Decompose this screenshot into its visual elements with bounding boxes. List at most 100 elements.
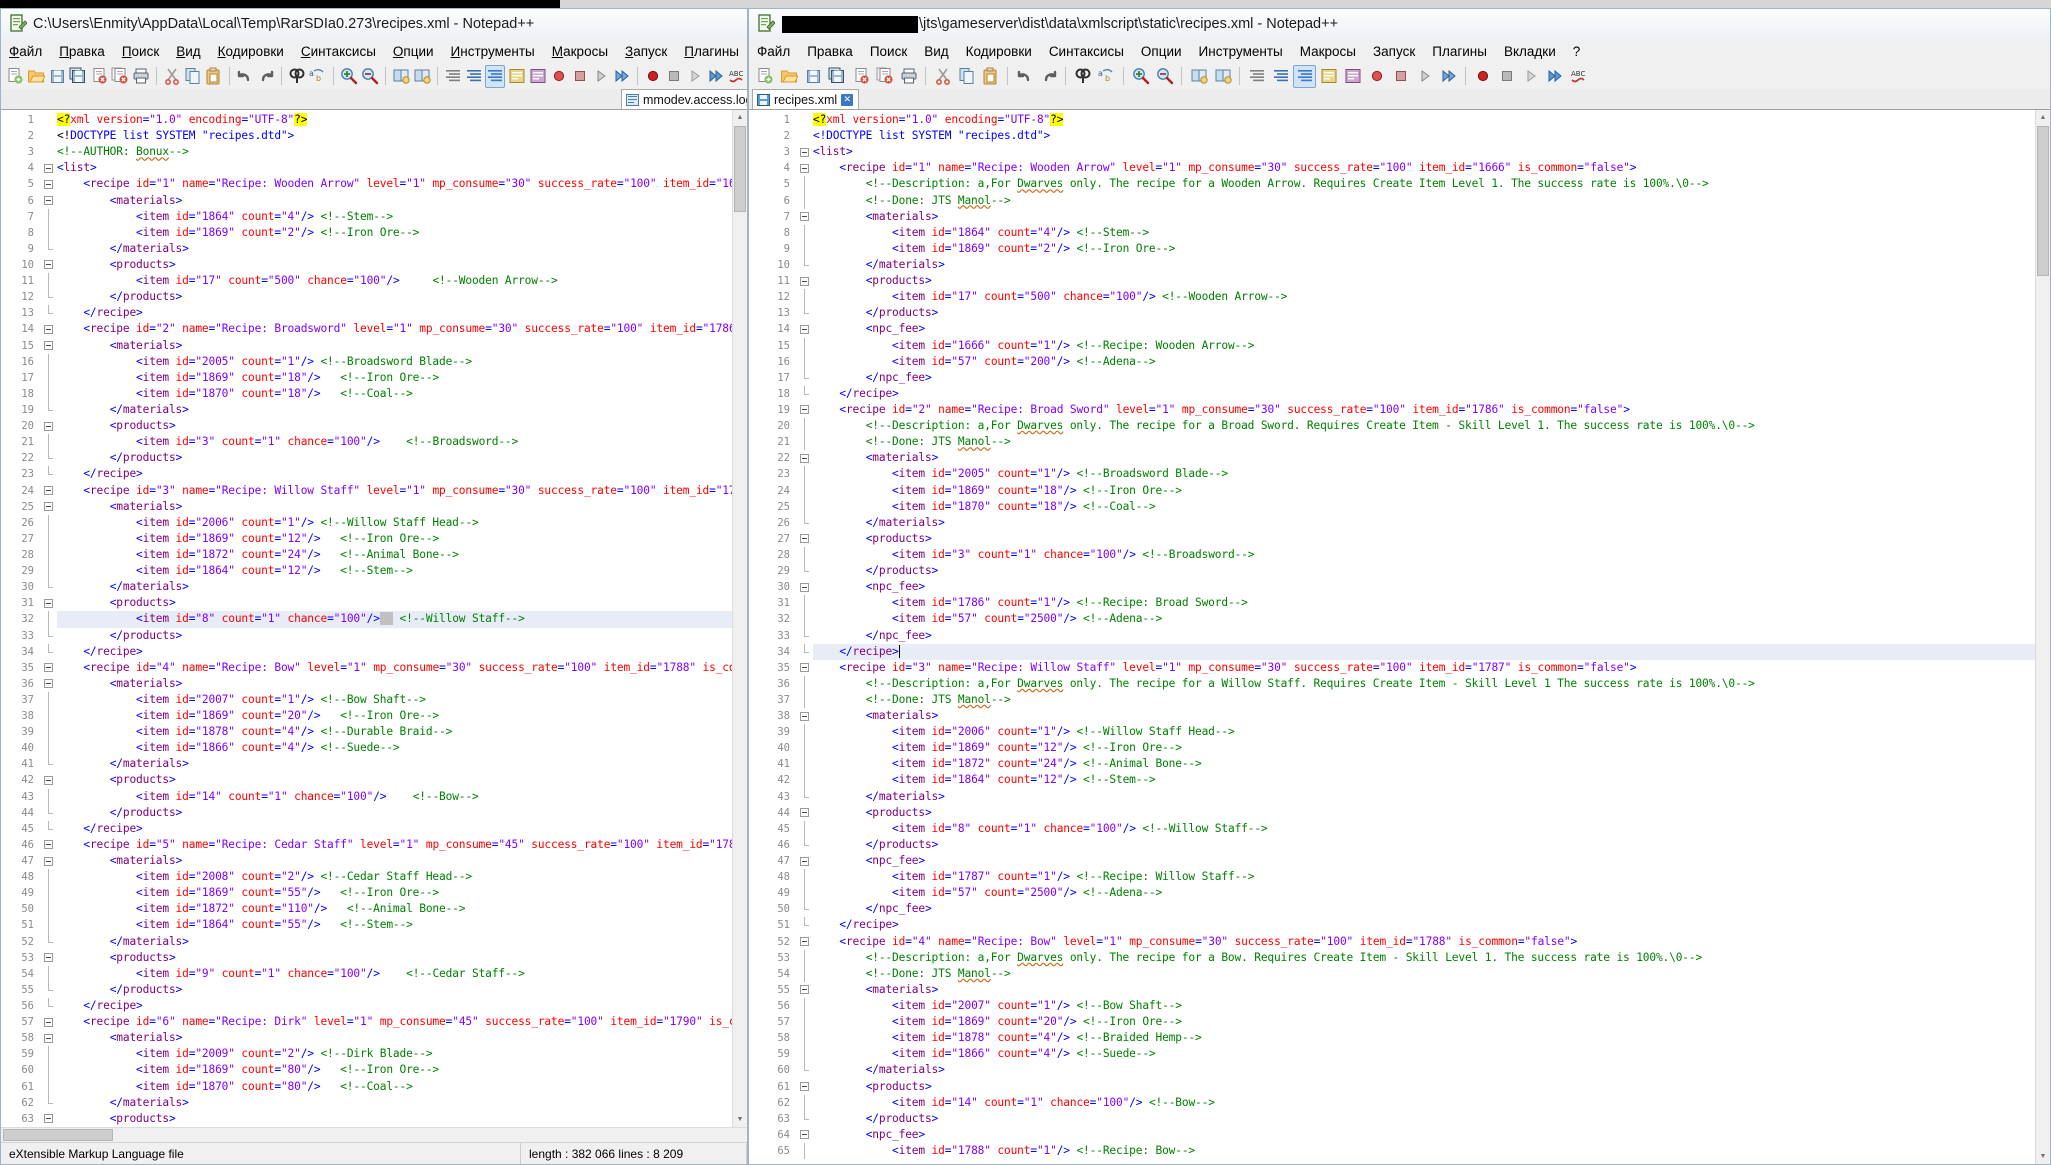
code-line[interactable]: <npc_fee> [813, 579, 2050, 595]
close-all-icon[interactable] [110, 65, 130, 88]
code-line[interactable]: <item id="1870" count="18"/> <!--Coal--> [57, 386, 747, 402]
code-line[interactable]: <materials> [813, 982, 2050, 998]
code-line[interactable]: <products> [57, 950, 747, 966]
code-line[interactable]: <item id="1869" count="18"/> <!--Iron Or… [813, 483, 2050, 499]
code-line[interactable]: <item id="1869" count="2"/> <!--Iron Ore… [813, 241, 2050, 257]
ui-style-icon[interactable] [1317, 65, 1340, 88]
code-line[interactable]: </recipe> [813, 643, 2050, 660]
print-icon[interactable] [897, 65, 920, 88]
fold-margin-right[interactable] [797, 110, 813, 1164]
code-line[interactable]: <item id="2009" count="2"/> <!--Dirk Bla… [57, 1046, 747, 1062]
code-line[interactable]: <item id="2008" count="2"/> <!--Cedar St… [57, 869, 747, 885]
user-define-icon[interactable] [528, 65, 548, 88]
open-file-icon[interactable] [26, 65, 46, 88]
fold-marker[interactable] [797, 708, 813, 724]
code-line[interactable]: <item id="1869" count="2"/> <!--Iron Ore… [57, 225, 747, 241]
code-line[interactable]: <recipe id="5" name="Recipe: Cedar Staff… [57, 837, 747, 853]
code-line[interactable]: </products> [813, 837, 2050, 853]
code-line[interactable]: <materials> [57, 338, 747, 354]
save-all-icon[interactable] [825, 65, 848, 88]
vertical-scrollbar-right[interactable]: ▲ ▼ [2035, 110, 2050, 1164]
record-icon[interactable] [643, 65, 663, 88]
replace-icon[interactable]: ab [308, 65, 328, 88]
menu-settings[interactable]: Опции [393, 44, 434, 59]
code-line[interactable]: <materials> [57, 1030, 747, 1046]
code-line[interactable]: <!--Done: JTS Manol--> [813, 193, 2050, 209]
code-line[interactable]: <item id="57" count="200"/> <!--Adena--> [813, 354, 2050, 370]
macro-play-icon[interactable] [591, 65, 611, 88]
code-line[interactable]: <products> [813, 273, 2050, 289]
code-line[interactable]: </products> [57, 628, 747, 644]
fold-marker[interactable] [41, 499, 57, 515]
code-line[interactable]: <item id="14" count="1" chance="100"/> <… [813, 1095, 2050, 1111]
indent-guide-icon[interactable] [485, 64, 506, 88]
code-line[interactable]: <item id="57" count="2500"/> <!--Adena--… [813, 885, 2050, 901]
code-line[interactable]: <item id="14" count="1" chance="100"/> <… [57, 789, 747, 805]
code-line[interactable]: <recipe id="1" name="Recipe: Wooden Arro… [57, 176, 747, 192]
code-line[interactable]: <!--Description: a,For Dwarves only. The… [813, 418, 2050, 434]
fold-marker[interactable] [797, 982, 813, 998]
new-file-icon[interactable] [5, 65, 25, 88]
toolbar-left[interactable]: a b ABC [1, 63, 747, 89]
code-line[interactable]: <item id="2006" count="1"/> <!--Willow S… [57, 515, 747, 531]
menu-search[interactable]: Поиск [870, 44, 907, 59]
code-line[interactable]: <recipe id="1" name="Recipe: Wooden Arro… [813, 160, 2050, 176]
fold-marker[interactable] [797, 321, 813, 337]
menu-tools[interactable]: Инструменты [451, 44, 535, 59]
code-line[interactable]: <item id="1786" count="1"/> <!--Recipe: … [813, 595, 2050, 611]
macro-record-icon[interactable] [549, 65, 569, 88]
fold-marker[interactable] [797, 805, 813, 821]
tabstrip-left[interactable]: mmodev.access.log ✕ [1, 89, 747, 110]
code-line[interactable]: <!--Description: a,For Dwarves only. The… [813, 676, 2050, 692]
code-line[interactable]: <item id="1869" count="12"/> <!--Iron Or… [813, 740, 2050, 756]
play-icon[interactable] [685, 65, 705, 88]
code-line[interactable]: <item id="57" count="2500"/> <!--Adena--… [813, 611, 2050, 627]
fold-marker[interactable] [797, 934, 813, 950]
spellcheck-icon[interactable]: ABC [727, 65, 747, 88]
record-icon[interactable] [1471, 65, 1494, 88]
code-line[interactable]: <materials> [813, 450, 2050, 466]
copy-icon[interactable] [955, 65, 978, 88]
code-line[interactable]: <item id="2007" count="1"/> <!--Bow Shaf… [57, 692, 747, 708]
menu-encoding[interactable]: Кодировки [218, 44, 284, 59]
menu-macro[interactable]: Макросы [1300, 44, 1356, 59]
close-file-icon[interactable] [849, 65, 872, 88]
horizontal-scrollbar-left[interactable] [1, 1127, 747, 1142]
indent-guide-icon[interactable] [1293, 64, 1316, 88]
code-line[interactable]: <materials> [57, 853, 747, 869]
code-line[interactable]: <item id="1864" count="12"/> <!--Stem--> [57, 563, 747, 579]
code-line[interactable]: <item id="1864" count="4"/> <!--Stem--> [813, 225, 2050, 241]
code-line[interactable]: <item id="1869" count="20"/> <!--Iron Or… [57, 708, 747, 724]
save-icon[interactable] [801, 65, 824, 88]
menu-plugins[interactable]: Плагины [684, 44, 739, 59]
menu-view[interactable]: Вид [176, 44, 200, 59]
stop-icon[interactable] [664, 65, 684, 88]
menu-language[interactable]: Синтаксисы [301, 44, 376, 59]
code-line[interactable]: <!--Done: JTS Manol--> [813, 434, 2050, 450]
code-line[interactable]: <item id="2005" count="1"/> <!--Broadswo… [57, 354, 747, 370]
code-line[interactable]: <item id="8" count="1" chance="100"/> <!… [57, 611, 747, 628]
code-line[interactable]: <item id="1869" count="12"/> <!--Iron Or… [57, 531, 747, 547]
fold-marker[interactable] [797, 579, 813, 595]
code-line[interactable]: </materials> [57, 934, 747, 950]
code-line[interactable]: </recipe> [57, 644, 747, 660]
code-line[interactable]: <item id="1870" count="80"/> <!--Coal--> [57, 1079, 747, 1095]
fold-marker[interactable] [797, 450, 813, 466]
open-file-icon[interactable] [777, 65, 800, 88]
code-line[interactable]: <item id="1666" count="1"/> <!--Recipe: … [813, 338, 2050, 354]
code-line[interactable]: <item id="9" count="1" chance="100"/> <!… [57, 966, 747, 982]
fold-marker[interactable] [41, 321, 57, 337]
cut-icon[interactable] [162, 65, 182, 88]
code-line[interactable]: </products> [813, 563, 2050, 579]
code-line[interactable]: <materials> [57, 193, 747, 209]
menu-edit[interactable]: Правка [807, 44, 853, 59]
code-line[interactable]: <!--Description: a,For Dwarves only. The… [813, 950, 2050, 966]
zoom-out-icon[interactable] [360, 65, 380, 88]
code-line[interactable]: <products> [813, 531, 2050, 547]
code-line[interactable]: </products> [813, 305, 2050, 321]
code-line[interactable]: <products> [57, 772, 747, 788]
menubar-right[interactable]: Файл Правка Поиск Вид Кодировки Синтакси… [749, 39, 2050, 63]
code-line[interactable]: <item id="1864" count="55"/> <!--Stem--> [57, 917, 747, 933]
code-line[interactable]: <item id="1866" count="4"/> <!--Suede--> [57, 740, 747, 756]
code-line[interactable]: </recipe> [57, 821, 747, 837]
